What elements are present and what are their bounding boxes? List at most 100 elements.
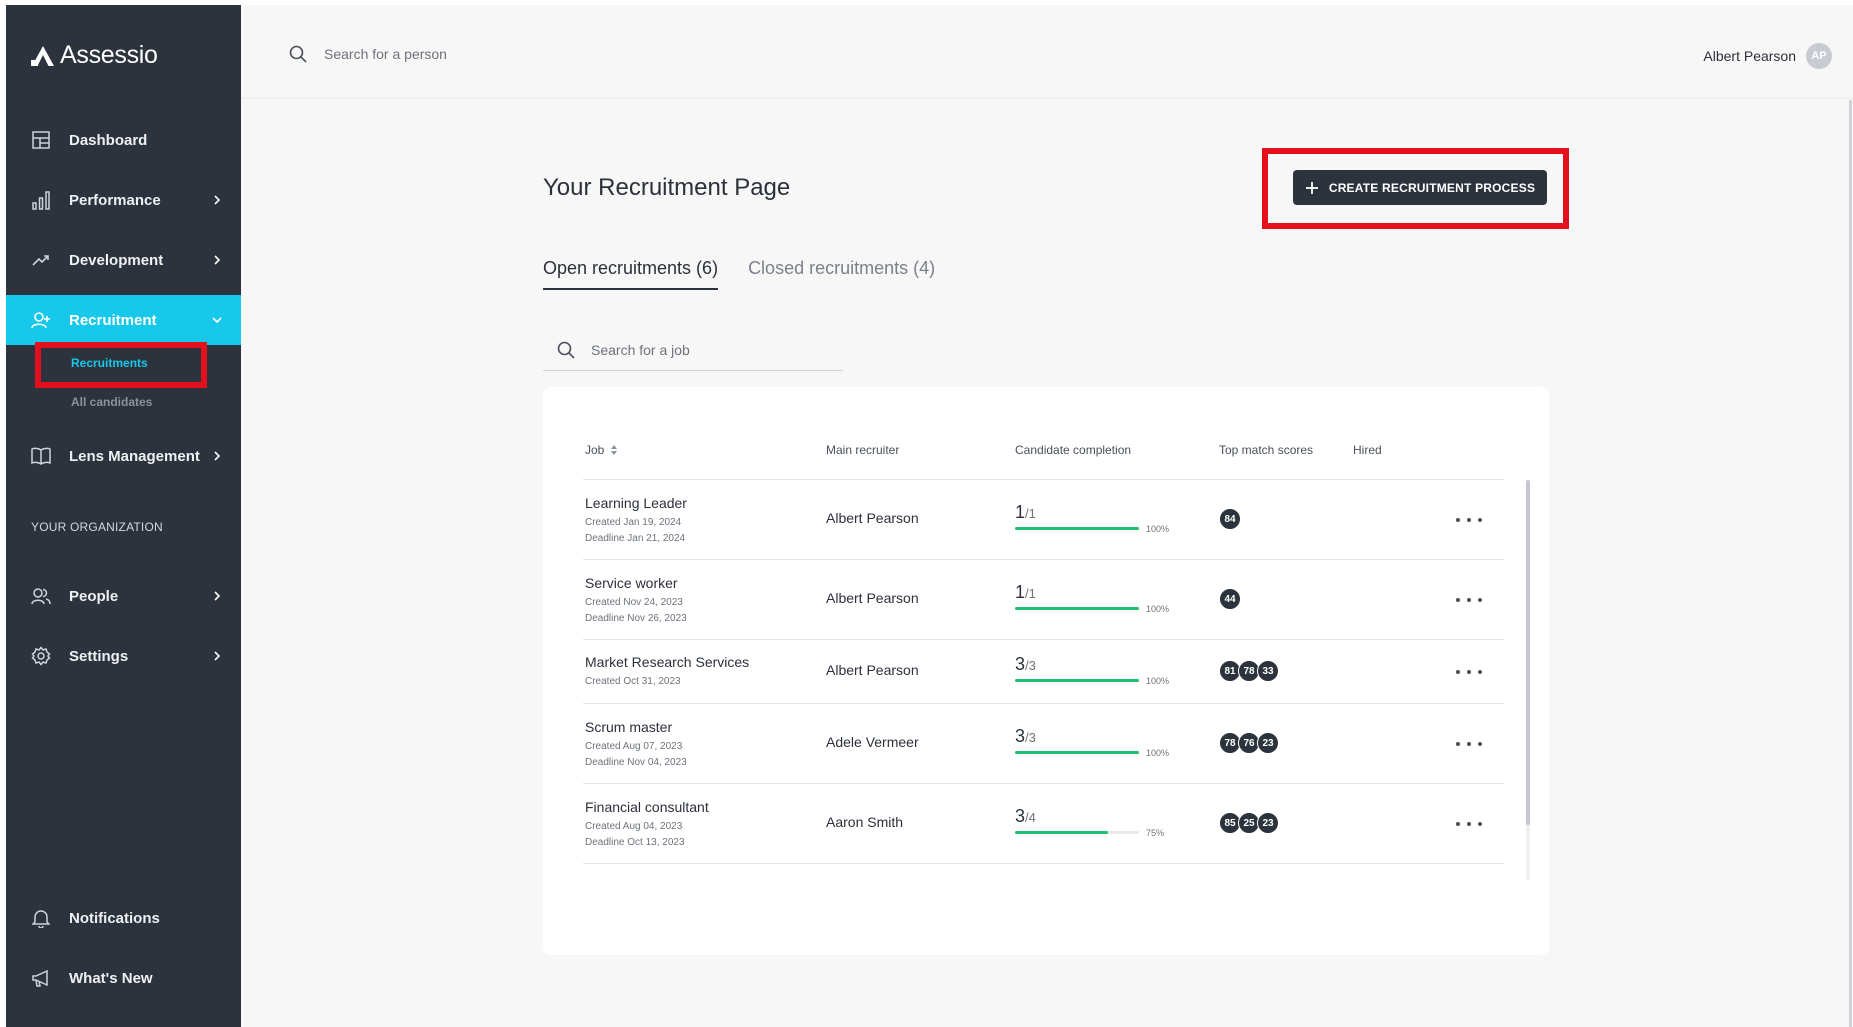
more-dot — [1467, 670, 1471, 674]
sidebar-subitem-all-candidates[interactable]: All candidates — [71, 395, 152, 409]
completion-count: 1/1 — [1015, 502, 1036, 522]
job-created: Created Oct 31, 2023 — [585, 676, 681, 687]
sidebar-item-label: Notifications — [69, 909, 160, 927]
more-dot — [1478, 518, 1482, 522]
job-search[interactable]: Search for a job — [543, 329, 843, 371]
column-header-completion: Candidate completion — [1015, 443, 1132, 457]
app-logo[interactable]: Assessio — [30, 41, 158, 70]
completion-done: 3 — [1015, 806, 1026, 826]
user-menu[interactable]: Albert Pearson AP — [1703, 43, 1832, 69]
candidate-completion: 3/3 100% — [1015, 726, 1169, 758]
job-title[interactable]: Service worker — [585, 575, 678, 591]
completion-total: /3 — [1025, 730, 1036, 745]
more-dot — [1467, 518, 1471, 522]
sidebar-item-dashboard[interactable]: Dashboard — [6, 115, 241, 165]
sidebar-item-people[interactable]: People — [6, 571, 241, 621]
sidebar-item-settings[interactable]: Settings — [6, 631, 241, 681]
score-badge: 23 — [1257, 812, 1279, 834]
completion-total: /1 — [1025, 586, 1036, 601]
progress-fill — [1015, 607, 1139, 610]
job-search-input[interactable]: Search for a job — [591, 342, 690, 358]
more-dot — [1456, 518, 1460, 522]
table-row[interactable]: Learning Leader Created Jan 19, 2024 Dea… — [583, 480, 1504, 560]
completion-count: 3/3 — [1015, 726, 1036, 746]
sidebar-item-performance[interactable]: Performance — [6, 175, 241, 225]
tab-open-recruitments[interactable]: Open recruitments (6) — [543, 258, 719, 290]
bar-chart-icon — [30, 189, 52, 211]
column-header-job[interactable]: Job — [585, 443, 618, 457]
sidebar-item-recruitment[interactable]: Recruitment — [6, 295, 241, 345]
candidate-completion: 3/3 100% — [1015, 654, 1169, 686]
score-badge: 84 — [1219, 508, 1241, 530]
assessio-logo-icon — [31, 45, 54, 66]
progress-bar — [1015, 679, 1139, 682]
sidebar-item-lens-management[interactable]: Lens Management — [6, 431, 241, 481]
completion-count: 3/4 — [1015, 806, 1036, 826]
column-header-hired: Hired — [1353, 443, 1382, 457]
sidebar: Assessio Dashboard Performance Developme… — [6, 5, 241, 1027]
job-deadline: Deadline Nov 04, 2023 — [585, 757, 687, 768]
completion-total: /4 — [1025, 810, 1036, 825]
match-scores: 81 78 33 — [1219, 660, 1279, 682]
person-search[interactable]: Search for a person — [289, 45, 447, 63]
score-badge: 33 — [1257, 660, 1279, 682]
completion-total: /1 — [1025, 506, 1036, 521]
progress-fill — [1015, 527, 1139, 530]
completion-done: 1 — [1015, 582, 1026, 602]
job-created: Created Nov 24, 2023 — [585, 597, 683, 608]
create-recruitment-button[interactable]: CREATE RECRUITMENT PROCESS — [1293, 170, 1547, 205]
recruiter-name: Albert Pearson — [826, 662, 919, 678]
progress-fill — [1015, 751, 1139, 754]
tab-closed-recruitments[interactable]: Closed recruitments (4) — [748, 258, 935, 290]
score-badge: 23 — [1257, 732, 1279, 754]
progress-bar — [1015, 607, 1139, 610]
job-title[interactable]: Scrum master — [585, 719, 672, 735]
row-more-menu[interactable] — [1456, 666, 1482, 678]
more-dot — [1478, 822, 1482, 826]
candidate-completion: 3/4 75% — [1015, 806, 1164, 838]
row-more-menu[interactable] — [1456, 738, 1482, 750]
completion-count: 1/1 — [1015, 582, 1036, 602]
chevron-right-icon — [214, 651, 221, 661]
more-dot — [1467, 598, 1471, 602]
plus-icon — [1305, 181, 1318, 194]
recruiter-name: Albert Pearson — [826, 590, 919, 606]
row-more-menu[interactable] — [1456, 594, 1482, 606]
table-scrollbar[interactable] — [1526, 480, 1530, 880]
row-more-menu[interactable] — [1456, 818, 1482, 830]
avatar[interactable]: AP — [1806, 43, 1832, 69]
sidebar-item-label: Performance — [69, 191, 161, 209]
match-scores: 84 — [1219, 508, 1241, 530]
user-name: Albert Pearson — [1703, 48, 1796, 64]
job-title[interactable]: Market Research Services — [585, 654, 749, 670]
job-title[interactable]: Learning Leader — [585, 495, 687, 511]
people-icon — [30, 585, 52, 607]
table-row[interactable]: Scrum master Created Aug 07, 2023 Deadli… — [583, 704, 1504, 784]
person-search-input[interactable]: Search for a person — [324, 46, 447, 62]
sidebar-item-label: Settings — [69, 647, 129, 665]
recruitment-tabs: Open recruitments (6) Closed recruitment… — [543, 258, 935, 290]
chevron-right-icon — [214, 195, 221, 205]
table-row[interactable]: Financial consultant Created Aug 04, 202… — [583, 784, 1504, 864]
progress-bar — [1015, 527, 1139, 530]
table-row[interactable]: Market Research Services Created Oct 31,… — [583, 640, 1504, 704]
sidebar-item-whats-new[interactable]: What's New — [6, 953, 241, 1003]
sidebar-item-label: Lens Management — [69, 447, 200, 465]
page-scrollbar[interactable] — [1849, 100, 1852, 1027]
table-row[interactable]: Service worker Created Nov 24, 2023 Dead… — [583, 560, 1504, 640]
sidebar-item-label: Recruitment — [69, 311, 157, 329]
gear-icon — [30, 645, 52, 667]
topbar: Search for a person Albert Pearson AP — [241, 5, 1853, 99]
more-dot — [1467, 822, 1471, 826]
candidate-completion: 1/1 100% — [1015, 582, 1169, 614]
app-window: Assessio Dashboard Performance Developme… — [6, 5, 1853, 1027]
job-title[interactable]: Financial consultant — [585, 799, 709, 815]
completion-done: 3 — [1015, 654, 1026, 674]
completion-total: /3 — [1025, 658, 1036, 673]
sidebar-item-notifications[interactable]: Notifications — [6, 893, 241, 943]
scrollbar-thumb[interactable] — [1526, 480, 1530, 825]
sidebar-item-label: Dashboard — [69, 131, 148, 149]
job-created: Created Aug 04, 2023 — [585, 821, 683, 832]
row-more-menu[interactable] — [1456, 514, 1482, 526]
sidebar-item-development[interactable]: Development — [6, 235, 241, 285]
